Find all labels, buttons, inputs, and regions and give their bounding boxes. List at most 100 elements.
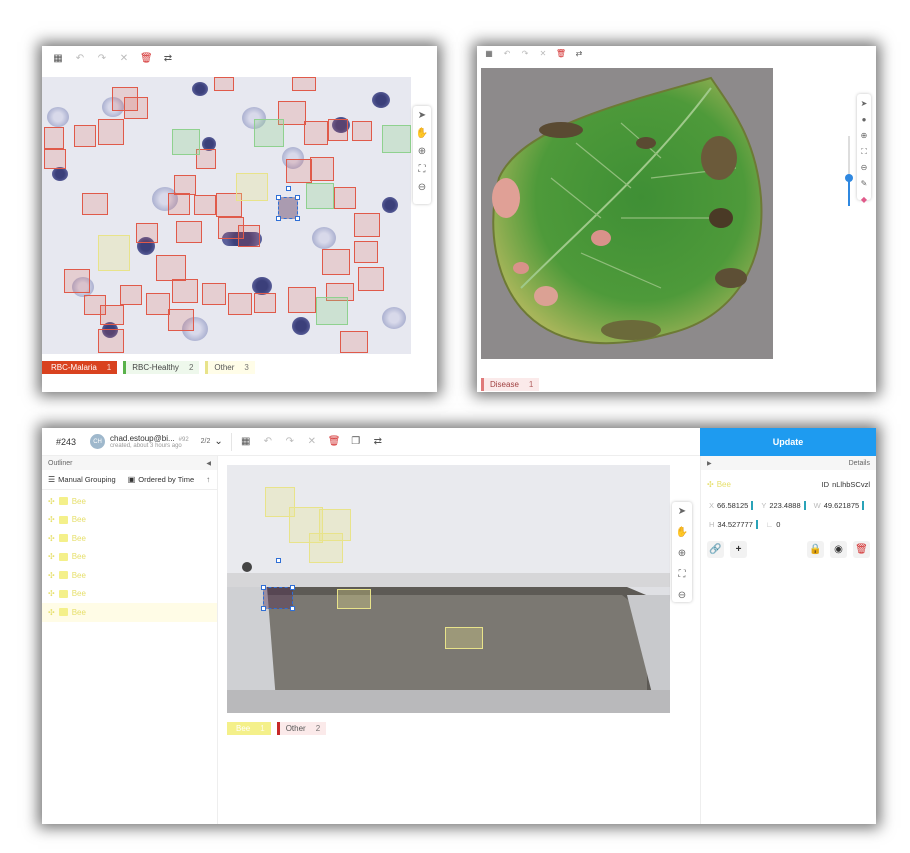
duplicate-icon[interactable]: ❐ bbox=[350, 431, 362, 453]
h-field[interactable]: H 34.527777 bbox=[709, 520, 758, 529]
malaria-annotation[interactable] bbox=[194, 195, 216, 215]
outliner-item[interactable]: ✣ Bee bbox=[42, 603, 217, 622]
malaria-annotation[interactable] bbox=[82, 193, 108, 215]
malaria-annotation[interactable] bbox=[100, 305, 124, 325]
malaria-annotation[interactable] bbox=[352, 121, 372, 141]
fit-icon[interactable]: ⛶ bbox=[861, 146, 867, 158]
w-field[interactable]: W 49.621875 bbox=[814, 501, 865, 510]
lock-button[interactable]: 🔒 bbox=[807, 541, 824, 558]
undo-icon[interactable]: ↶ bbox=[74, 48, 86, 70]
ordered-by-time-button[interactable]: ▣ Ordered by Time bbox=[128, 475, 194, 484]
malaria-annotation[interactable] bbox=[156, 255, 186, 281]
malaria-annotation[interactable] bbox=[292, 77, 316, 91]
bee-annotation[interactable] bbox=[337, 589, 371, 609]
link-button[interactable]: 🔗 bbox=[707, 541, 724, 558]
malaria-annotation[interactable] bbox=[174, 175, 196, 195]
malaria-annotation[interactable] bbox=[98, 119, 124, 145]
zoom-out-icon[interactable]: ⊖ bbox=[418, 182, 426, 194]
malaria-annotation[interactable] bbox=[168, 309, 194, 331]
y-field[interactable]: Y 223.4888 bbox=[761, 501, 806, 510]
close-icon[interactable]: ✕ bbox=[537, 46, 549, 62]
malaria-annotation[interactable] bbox=[322, 249, 350, 275]
collapse-left-icon[interactable]: ◀ bbox=[206, 460, 211, 467]
bee-annotation[interactable] bbox=[309, 533, 343, 563]
outliner-item[interactable]: ✣ Bee bbox=[42, 511, 217, 530]
fit-icon[interactable]: ⛶ bbox=[679, 569, 686, 581]
add-button[interactable]: + bbox=[730, 541, 747, 558]
malaria-annotation[interactable] bbox=[340, 331, 368, 353]
outliner-item[interactable]: ✣ Bee bbox=[42, 566, 217, 585]
malaria-annotation[interactable] bbox=[328, 119, 348, 141]
malaria-annotation[interactable] bbox=[44, 149, 66, 169]
malaria-annotation[interactable] bbox=[254, 293, 276, 313]
malaria-annotation[interactable] bbox=[288, 287, 316, 313]
other-annotation[interactable] bbox=[98, 235, 130, 271]
visibility-button[interactable]: ◉ bbox=[830, 541, 847, 558]
outliner-item[interactable]: ✣ Bee bbox=[42, 585, 217, 604]
healthy-annotation[interactable] bbox=[316, 297, 348, 325]
grid-icon[interactable]: ▦ bbox=[483, 46, 495, 62]
malaria-annotation[interactable] bbox=[334, 187, 356, 209]
label-other[interactable]: Other 3 bbox=[205, 361, 255, 374]
sort-arrow-icon[interactable]: ↑ bbox=[206, 475, 210, 484]
swap-icon[interactable]: ⇄ bbox=[372, 431, 384, 453]
close-icon[interactable]: ✕ bbox=[118, 48, 130, 70]
malaria-annotation[interactable] bbox=[310, 157, 334, 181]
malaria-annotation[interactable] bbox=[202, 283, 226, 305]
expand-icon[interactable]: ▶ bbox=[707, 460, 712, 467]
grid-icon[interactable]: ▦ bbox=[52, 48, 64, 70]
zoom-in-icon[interactable]: ⊕ bbox=[678, 548, 686, 560]
label-rbc-malaria[interactable]: RBC-Malaria 1 bbox=[42, 361, 118, 374]
grid-icon[interactable]: ▦ bbox=[240, 431, 252, 453]
malaria-annotation[interactable] bbox=[146, 293, 170, 315]
zoom-out-icon[interactable]: ⊖ bbox=[861, 162, 868, 174]
pointer-icon[interactable]: ➤ bbox=[678, 506, 686, 518]
pointer-icon[interactable]: ➤ bbox=[861, 98, 868, 110]
trash-icon[interactable]: 🗑 bbox=[328, 431, 341, 453]
malaria-annotation[interactable] bbox=[214, 77, 234, 91]
swap-icon[interactable]: ⇄ bbox=[573, 46, 585, 62]
selected-annotation[interactable] bbox=[276, 186, 300, 221]
undo-icon[interactable]: ↶ bbox=[262, 431, 274, 453]
malaria-annotation[interactable] bbox=[286, 159, 312, 183]
swap-icon[interactable]: ⇄ bbox=[162, 48, 174, 70]
chevron-down-icon[interactable]: ⌄ bbox=[214, 436, 222, 447]
malaria-annotation[interactable] bbox=[228, 293, 252, 315]
zoom-in-icon[interactable]: ⊕ bbox=[418, 146, 426, 158]
close-icon[interactable]: ✕ bbox=[306, 431, 318, 453]
image-canvas[interactable] bbox=[227, 465, 670, 713]
zoom-in-icon[interactable]: ⊕ bbox=[861, 130, 868, 142]
image-canvas[interactable] bbox=[42, 77, 411, 354]
update-button[interactable]: Update bbox=[700, 428, 876, 456]
malaria-annotation[interactable] bbox=[74, 125, 96, 147]
redo-icon[interactable]: ↷ bbox=[519, 46, 531, 62]
label-bee[interactable]: Bee 1 bbox=[227, 722, 271, 735]
fit-icon[interactable]: ⛶ bbox=[419, 164, 426, 176]
malaria-annotation[interactable] bbox=[304, 121, 328, 145]
malaria-annotation[interactable] bbox=[98, 329, 124, 353]
hand-icon[interactable]: ✋ bbox=[676, 527, 688, 539]
outliner-item[interactable]: ✣ Bee bbox=[42, 548, 217, 567]
redo-icon[interactable]: ↷ bbox=[284, 431, 296, 453]
malaria-annotation[interactable] bbox=[358, 267, 384, 291]
malaria-annotation[interactable] bbox=[124, 97, 148, 119]
malaria-annotation[interactable] bbox=[354, 241, 378, 263]
delete-button[interactable]: 🗑 bbox=[853, 541, 870, 558]
malaria-annotation[interactable] bbox=[238, 225, 260, 247]
x-field[interactable]: X 66.58125 bbox=[709, 501, 754, 510]
label-disease[interactable]: Disease 1 bbox=[481, 378, 540, 391]
malaria-annotation[interactable] bbox=[120, 285, 142, 305]
healthy-annotation[interactable] bbox=[172, 129, 200, 155]
trash-icon[interactable]: 🗑 bbox=[555, 46, 567, 62]
malaria-annotation[interactable] bbox=[172, 279, 198, 303]
malaria-annotation[interactable] bbox=[168, 193, 190, 215]
selected-bee-annotation[interactable] bbox=[261, 558, 295, 611]
healthy-annotation[interactable] bbox=[254, 119, 284, 147]
other-annotation[interactable] bbox=[236, 173, 268, 201]
hand-icon[interactable]: ✋ bbox=[416, 128, 428, 140]
outliner-item[interactable]: ✣ Bee bbox=[42, 529, 217, 548]
brush-icon[interactable]: ✎ bbox=[861, 178, 868, 190]
label-other[interactable]: Other 2 bbox=[276, 722, 327, 735]
rotation-field[interactable]: ∟ 0 bbox=[766, 520, 781, 529]
healthy-annotation[interactable] bbox=[306, 183, 334, 209]
